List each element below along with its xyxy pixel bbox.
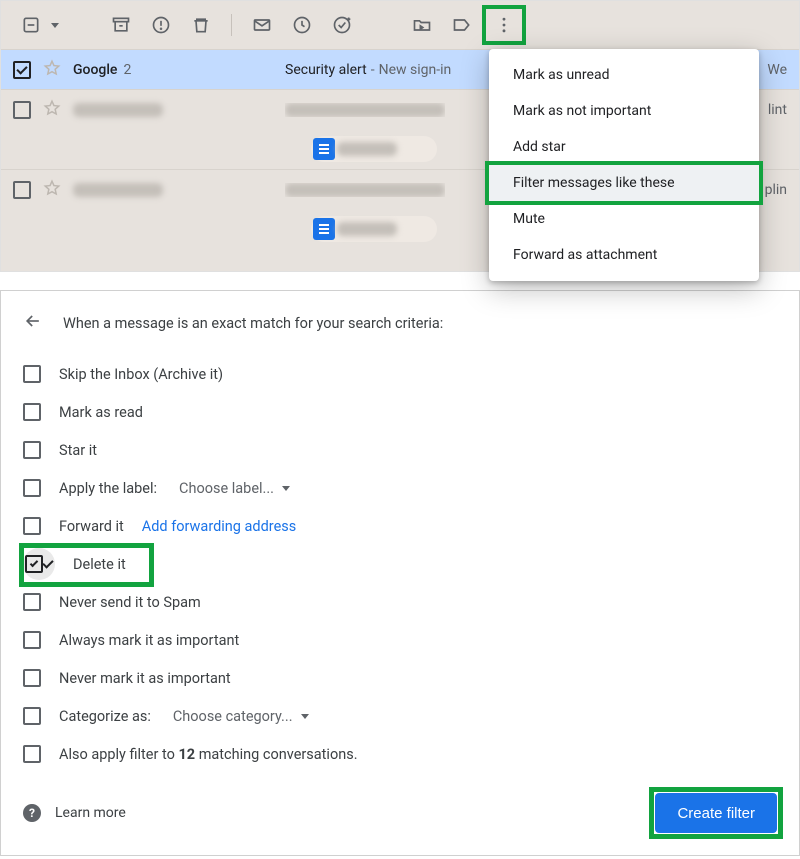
- create-filter-button[interactable]: Create filter: [655, 793, 777, 833]
- checkbox[interactable]: [23, 707, 41, 725]
- mark-unread-icon[interactable]: [244, 7, 280, 43]
- create-filter-dialog: When a message is an exact match for you…: [0, 290, 800, 856]
- filter-heading: When a message is an exact match for you…: [63, 315, 443, 332]
- move-to-icon[interactable]: [404, 7, 440, 43]
- star-icon[interactable]: [43, 99, 61, 121]
- inbox-panel: Google 2 Security alert - New sign-in We…: [0, 0, 800, 272]
- thread-count: 2: [123, 62, 131, 78]
- row-sender: Google 2: [73, 62, 273, 78]
- opt-never-important[interactable]: Never mark it as important: [23, 659, 777, 697]
- labels-icon[interactable]: [444, 7, 480, 43]
- report-spam-icon[interactable]: [143, 7, 179, 43]
- subject-text: Security alert: [285, 62, 367, 78]
- row-checkbox[interactable]: [13, 181, 31, 199]
- checkbox[interactable]: [23, 365, 41, 383]
- menu-mute[interactable]: Mute: [489, 201, 759, 237]
- menu-add-star[interactable]: Add star: [489, 129, 759, 165]
- select-checkbox-icon[interactable]: [13, 7, 49, 43]
- menu-filter-messages[interactable]: Filter messages like these: [489, 165, 759, 201]
- menu-mark-unread[interactable]: Mark as unread: [489, 57, 759, 93]
- sender-name: Google: [73, 62, 117, 78]
- more-menu-popup: Mark as unread Mark as not important Add…: [489, 49, 759, 281]
- checkbox[interactable]: [23, 593, 41, 611]
- opt-mark-read[interactable]: Mark as read: [23, 393, 777, 431]
- google-doc-icon: [313, 218, 335, 240]
- doc-attachment-chip[interactable]: [311, 136, 437, 162]
- opt-skip-inbox[interactable]: Skip the Inbox (Archive it): [23, 355, 777, 393]
- caret-down-icon: [282, 486, 290, 491]
- caret-down-icon: [51, 23, 59, 28]
- label-dropdown[interactable]: Choose label...: [179, 480, 290, 497]
- row-tail: plin: [765, 182, 787, 198]
- help-icon: ?: [23, 804, 41, 822]
- checkbox[interactable]: [23, 631, 41, 649]
- opt-never-spam[interactable]: Never send it to Spam: [23, 583, 777, 621]
- checkbox-checked[interactable]: [23, 548, 55, 580]
- menu-forward-attachment[interactable]: Forward as attachment: [489, 237, 759, 273]
- opt-always-important[interactable]: Always mark it as important: [23, 621, 777, 659]
- checkbox[interactable]: [23, 441, 41, 459]
- also-apply-text: Also apply filter to 12 matching convers…: [59, 746, 358, 763]
- action-toolbar: [1, 1, 799, 49]
- learn-more[interactable]: ? Learn more: [23, 804, 126, 822]
- star-icon[interactable]: [43, 179, 61, 201]
- snooze-icon[interactable]: [284, 7, 320, 43]
- checkbox[interactable]: [23, 403, 41, 421]
- opt-star[interactable]: Star it: [23, 431, 777, 469]
- category-dropdown[interactable]: Choose category...: [173, 708, 309, 725]
- checkbox[interactable]: [23, 669, 41, 687]
- opt-categorize[interactable]: Categorize as: Choose category...: [23, 697, 777, 735]
- select-dropdown[interactable]: [13, 7, 59, 43]
- star-icon[interactable]: [43, 59, 61, 81]
- doc-attachment-chip[interactable]: [311, 216, 437, 242]
- back-arrow-icon[interactable]: [23, 311, 43, 335]
- delete-icon[interactable]: [183, 7, 219, 43]
- separator: [231, 14, 232, 36]
- opt-also-apply[interactable]: Also apply filter to 12 matching convers…: [23, 735, 777, 773]
- more-menu-button[interactable]: [484, 7, 524, 43]
- opt-delete[interactable]: Delete it: [23, 545, 777, 583]
- opt-apply-label[interactable]: Apply the label: Choose label...: [23, 469, 777, 507]
- row-subject: Security alert - New sign-in: [285, 62, 451, 78]
- checkbox[interactable]: [23, 517, 41, 535]
- caret-down-icon: [301, 714, 309, 719]
- row-checkbox[interactable]: [13, 61, 31, 79]
- add-forwarding-link[interactable]: Add forwarding address: [142, 518, 296, 535]
- checkbox[interactable]: [23, 745, 41, 763]
- menu-mark-not-important[interactable]: Mark as not important: [489, 93, 759, 129]
- checkbox[interactable]: [23, 479, 41, 497]
- archive-icon[interactable]: [103, 7, 139, 43]
- row-tail: We: [767, 62, 787, 78]
- snippet-text: New sign-in: [379, 62, 452, 78]
- row-checkbox[interactable]: [13, 101, 31, 119]
- opt-forward[interactable]: Forward it Add forwarding address: [23, 507, 777, 545]
- row-tail: lint: [768, 102, 787, 118]
- google-doc-icon: [313, 138, 335, 160]
- add-to-tasks-icon[interactable]: [324, 7, 360, 43]
